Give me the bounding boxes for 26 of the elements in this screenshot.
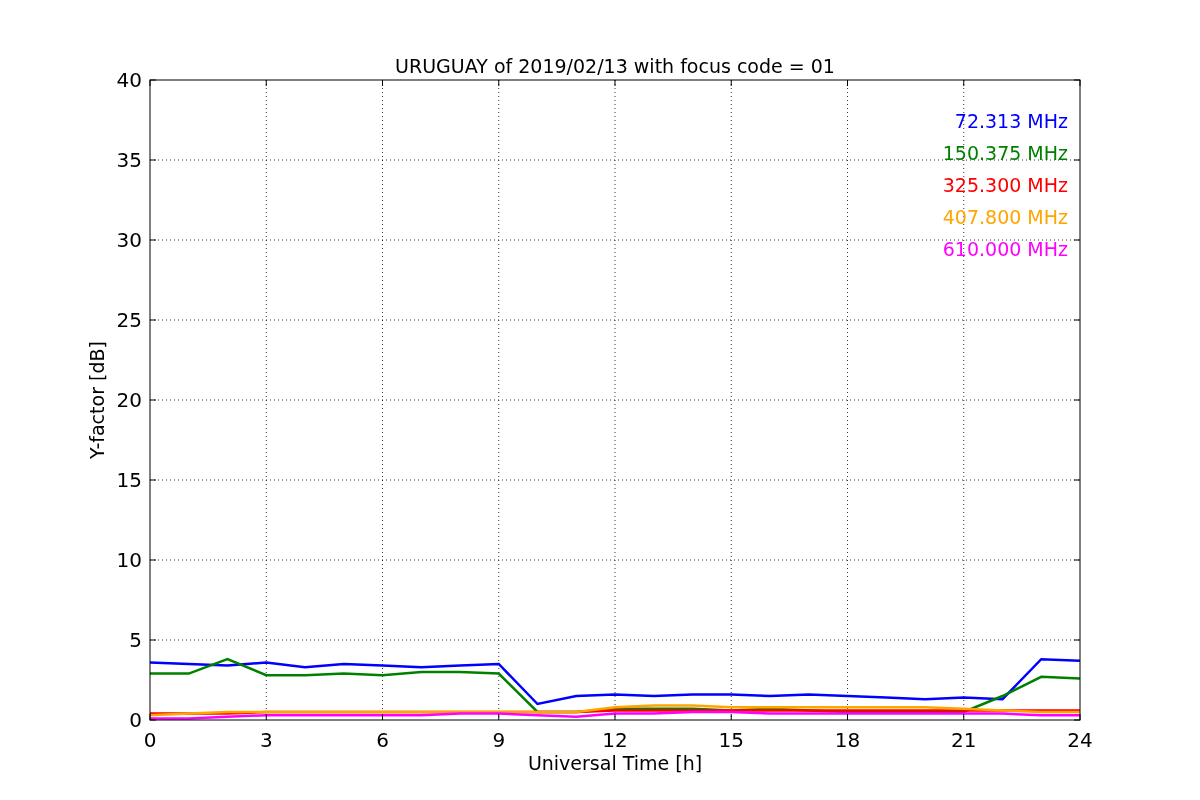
y-axis-label: Y-factor [dB] xyxy=(86,341,108,459)
y-tick-label: 25 xyxy=(116,308,142,332)
x-tick-label: 15 xyxy=(718,728,744,752)
legend-label: 72.313 MHz xyxy=(954,110,1068,132)
y-tick-label: 20 xyxy=(116,388,142,412)
legend-label: 610.000 MHz xyxy=(942,238,1068,260)
y-tick-label: 0 xyxy=(129,708,142,732)
x-tick-label: 9 xyxy=(492,728,506,752)
x-axis-label: Universal Time [h] xyxy=(527,752,703,774)
y-tick-label: 10 xyxy=(116,548,142,572)
y-tick-label: 15 xyxy=(116,468,142,492)
legend-label: 325.300 MHz xyxy=(942,174,1068,196)
x-tick-label: 12 xyxy=(602,728,628,752)
chart-title: URUGUAY of 2019/02/13 with focus code = 01 xyxy=(395,55,835,77)
x-tick-label: 21 xyxy=(951,728,977,752)
y-tick-label: 40 xyxy=(116,68,142,92)
y-tick-label: 35 xyxy=(116,148,142,172)
y-tick-label: 5 xyxy=(129,628,142,652)
x-tick-label: 0 xyxy=(143,728,157,752)
legend-label: 407.800 MHz xyxy=(942,206,1068,228)
x-tick-label: 18 xyxy=(834,728,861,752)
legend-label: 150.375 MHz xyxy=(942,142,1068,164)
y-tick-label: 30 xyxy=(116,228,142,252)
x-tick-label: 3 xyxy=(259,728,273,752)
x-tick-label: 6 xyxy=(376,728,389,752)
x-tick-label: 24 xyxy=(1067,728,1093,752)
